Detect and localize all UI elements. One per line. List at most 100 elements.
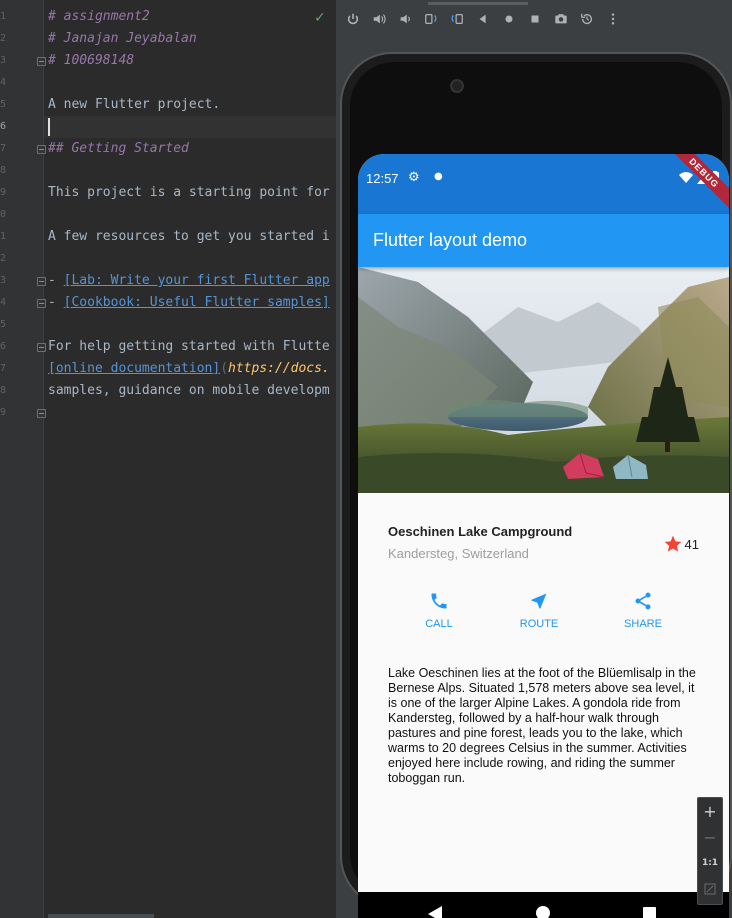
app-bar-title: Flutter layout demo <box>373 230 528 250</box>
line-number: 9 <box>0 407 7 418</box>
fold-marker[interactable] <box>37 57 46 66</box>
code-line: samples, guidance on mobile developm <box>48 383 330 398</box>
rotate-right-icon[interactable] <box>446 8 468 30</box>
code-line: For help getting started with Flutte <box>48 339 330 354</box>
debug-banner: DEBUG <box>660 154 729 217</box>
line-number: 3 <box>0 275 7 286</box>
route-label: ROUTE <box>519 618 559 630</box>
line-number: 9 <box>0 187 7 198</box>
markdown-link[interactable]: [Lab: Write your first Flutter app <box>64 273 330 288</box>
code-line: A few resources to get you started i <box>48 229 330 244</box>
more-icon[interactable] <box>602 8 624 30</box>
code-line: A new Flutter project. <box>48 97 221 112</box>
line-number: 5 <box>0 319 7 330</box>
code-line: # assignment2 <box>48 9 150 24</box>
horizontal-scrollbar[interactable] <box>48 914 154 918</box>
fold-marker[interactable] <box>37 299 46 308</box>
line-number: 2 <box>0 33 7 44</box>
notification-dot-icon: ● <box>434 171 443 182</box>
app-bar: Flutter layout demo <box>358 214 729 267</box>
share-label: SHARE <box>624 618 662 630</box>
code-line: - [Cookbook: Useful Flutter samples] <box>48 292 330 314</box>
line-number: 0 <box>0 209 7 220</box>
route-button[interactable]: ROUTE <box>499 591 579 630</box>
place-name: Oeschinen Lake Campground <box>388 524 573 539</box>
line-number: 1 <box>0 11 7 22</box>
favorite-count: 41 <box>684 536 699 552</box>
code-line: # 100698148 <box>48 53 135 68</box>
overview-icon[interactable] <box>643 907 656 918</box>
lake-photo <box>358 267 729 493</box>
emulator-panel: 12:57 ⚙ ● DEBUG Flutter layout demo Oesc… <box>336 0 732 918</box>
list-bullet: - <box>48 273 64 288</box>
code-line: ## Getting Started <box>48 141 189 156</box>
line-number: 2 <box>0 253 7 264</box>
power-icon[interactable] <box>342 8 364 30</box>
line-number: 7 <box>0 143 7 154</box>
home-icon[interactable] <box>498 8 520 30</box>
fold-marker[interactable] <box>37 409 46 418</box>
emulator-toolbar <box>336 0 732 38</box>
code-line: # Janajan Jeyabalan <box>48 31 197 46</box>
paren: ( <box>220 361 229 376</box>
line-number: 5 <box>0 99 7 110</box>
volume-up-icon[interactable] <box>368 8 390 30</box>
status-bar: 12:57 ⚙ ● DEBUG <box>358 154 729 217</box>
fold-marker[interactable] <box>37 343 46 352</box>
markdown-link[interactable]: [online documentation] <box>48 361 220 376</box>
markdown-link[interactable]: [Cookbook: Useful Flutter samples] <box>64 295 330 310</box>
status-time: 12:57 <box>366 171 399 186</box>
navigation-icon <box>531 593 547 609</box>
camera-icon <box>450 79 464 93</box>
checkmark-icon: ✓ <box>314 10 326 26</box>
zoom-controls: + − 1:1 <box>697 797 723 905</box>
android-nav-bar <box>358 892 729 918</box>
button-section: CALL ROUTE SHARE <box>358 591 729 641</box>
fit-screen-icon[interactable] <box>698 876 722 902</box>
title-section: Oeschinen Lake Campground Kandersteg, Sw… <box>388 524 703 564</box>
place-location: Kandersteg, Switzerland <box>388 546 529 561</box>
line-number: 3 <box>0 55 7 66</box>
current-line-highlight <box>44 116 336 138</box>
star-icon[interactable] <box>663 534 683 554</box>
fold-marker[interactable] <box>37 277 46 286</box>
url-text[interactable]: https://docs. <box>228 361 330 376</box>
call-label: CALL <box>425 618 453 630</box>
device-screen[interactable]: 12:57 ⚙ ● DEBUG Flutter layout demo Oesc… <box>358 154 729 918</box>
code-line: [online documentation](https://docs. <box>48 358 330 380</box>
line-gutter <box>0 0 44 918</box>
line-number: 1 <box>0 231 7 242</box>
snapshot-icon[interactable] <box>576 8 598 30</box>
line-number: 8 <box>0 165 7 176</box>
rotate-left-icon[interactable] <box>420 8 442 30</box>
line-number: 4 <box>0 77 7 88</box>
line-number: 6 <box>0 121 7 132</box>
back-icon[interactable] <box>428 906 442 918</box>
line-number: 4 <box>0 297 7 308</box>
actual-size-button[interactable]: 1:1 <box>698 850 722 876</box>
line-number: 6 <box>0 341 7 352</box>
call-button[interactable]: CALL <box>399 591 479 630</box>
phone-icon <box>431 593 447 609</box>
volume-down-icon[interactable] <box>394 8 416 30</box>
description-text: Lake Oeschinen lies at the foot of the B… <box>388 666 696 785</box>
fold-marker[interactable] <box>37 145 46 154</box>
gear-icon: ⚙ <box>408 170 420 185</box>
zoom-out-button[interactable]: − <box>698 824 722 850</box>
line-number: 8 <box>0 385 7 396</box>
share-icon <box>635 592 651 610</box>
code-editor[interactable]: 1 2 3 4 5 6 7 8 9 0 1 2 3 4 5 6 7 8 9 # … <box>0 0 336 918</box>
share-button[interactable]: SHARE <box>603 591 683 630</box>
zoom-in-button[interactable]: + <box>698 798 722 824</box>
line-number: 7 <box>0 363 7 374</box>
code-line: This project is a starting point for <box>48 185 330 200</box>
list-bullet: - <box>48 295 64 310</box>
favorite-widget[interactable]: 41 <box>663 534 699 554</box>
home-icon[interactable] <box>536 906 550 918</box>
screenshot-icon[interactable] <box>550 8 572 30</box>
device-frame: 12:57 ⚙ ● DEBUG Flutter layout demo Oesc… <box>340 52 732 918</box>
wifi-icon <box>679 171 693 183</box>
back-icon[interactable] <box>472 8 494 30</box>
text-caret <box>48 118 50 136</box>
overview-icon[interactable] <box>524 8 546 30</box>
